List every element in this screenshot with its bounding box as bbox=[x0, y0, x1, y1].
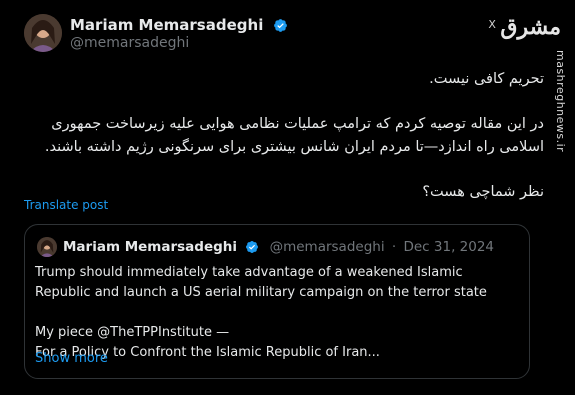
avatar-image bbox=[24, 14, 62, 52]
post-body: تحریم کافی نیست. در این مقاله توصیه کردم… bbox=[24, 68, 544, 204]
author-name-text: Mariam Memarsadeghi bbox=[70, 16, 264, 34]
translate-post-link[interactable]: Translate post bbox=[24, 198, 108, 212]
verified-badge-icon bbox=[246, 241, 259, 253]
watermark-url: mashreghnews.ir bbox=[554, 50, 567, 153]
author-name[interactable]: Mariam Memarsadeghi bbox=[70, 16, 288, 34]
show-more-link[interactable]: Show more bbox=[35, 351, 108, 366]
quoted-avatar bbox=[37, 237, 57, 257]
avatar[interactable] bbox=[24, 14, 62, 52]
post-paragraph: تحریم کافی نیست. bbox=[429, 71, 544, 87]
watermark-x-icon: X bbox=[488, 18, 496, 31]
meta-separator: · bbox=[391, 239, 397, 255]
post-paragraph: در این مقاله توصیه کردم که ترامپ عملیات … bbox=[44, 116, 544, 155]
quoted-text: Trump should immediately take advantage … bbox=[35, 263, 520, 363]
watermark: X مشرق bbox=[488, 14, 561, 40]
author-handle[interactable]: @memarsadeghi bbox=[70, 35, 189, 51]
quoted-post[interactable]: Mariam Memarsadeghi @memarsadeghi · Dec … bbox=[24, 224, 530, 379]
quoted-header: Mariam Memarsadeghi @memarsadeghi · Dec … bbox=[63, 239, 494, 255]
quoted-paragraph: Trump should immediately take advantage … bbox=[35, 265, 487, 300]
quoted-author-name: Mariam Memarsadeghi bbox=[63, 239, 237, 255]
quoted-avatar-image bbox=[37, 237, 57, 257]
quoted-handle: @memarsadeghi bbox=[269, 239, 385, 255]
verified-badge-icon bbox=[273, 19, 287, 32]
watermark-logo: مشرق bbox=[500, 14, 561, 40]
quoted-date: Dec 31, 2024 bbox=[403, 239, 495, 255]
quoted-line: My piece @TheTPPInstitute — bbox=[35, 325, 230, 340]
